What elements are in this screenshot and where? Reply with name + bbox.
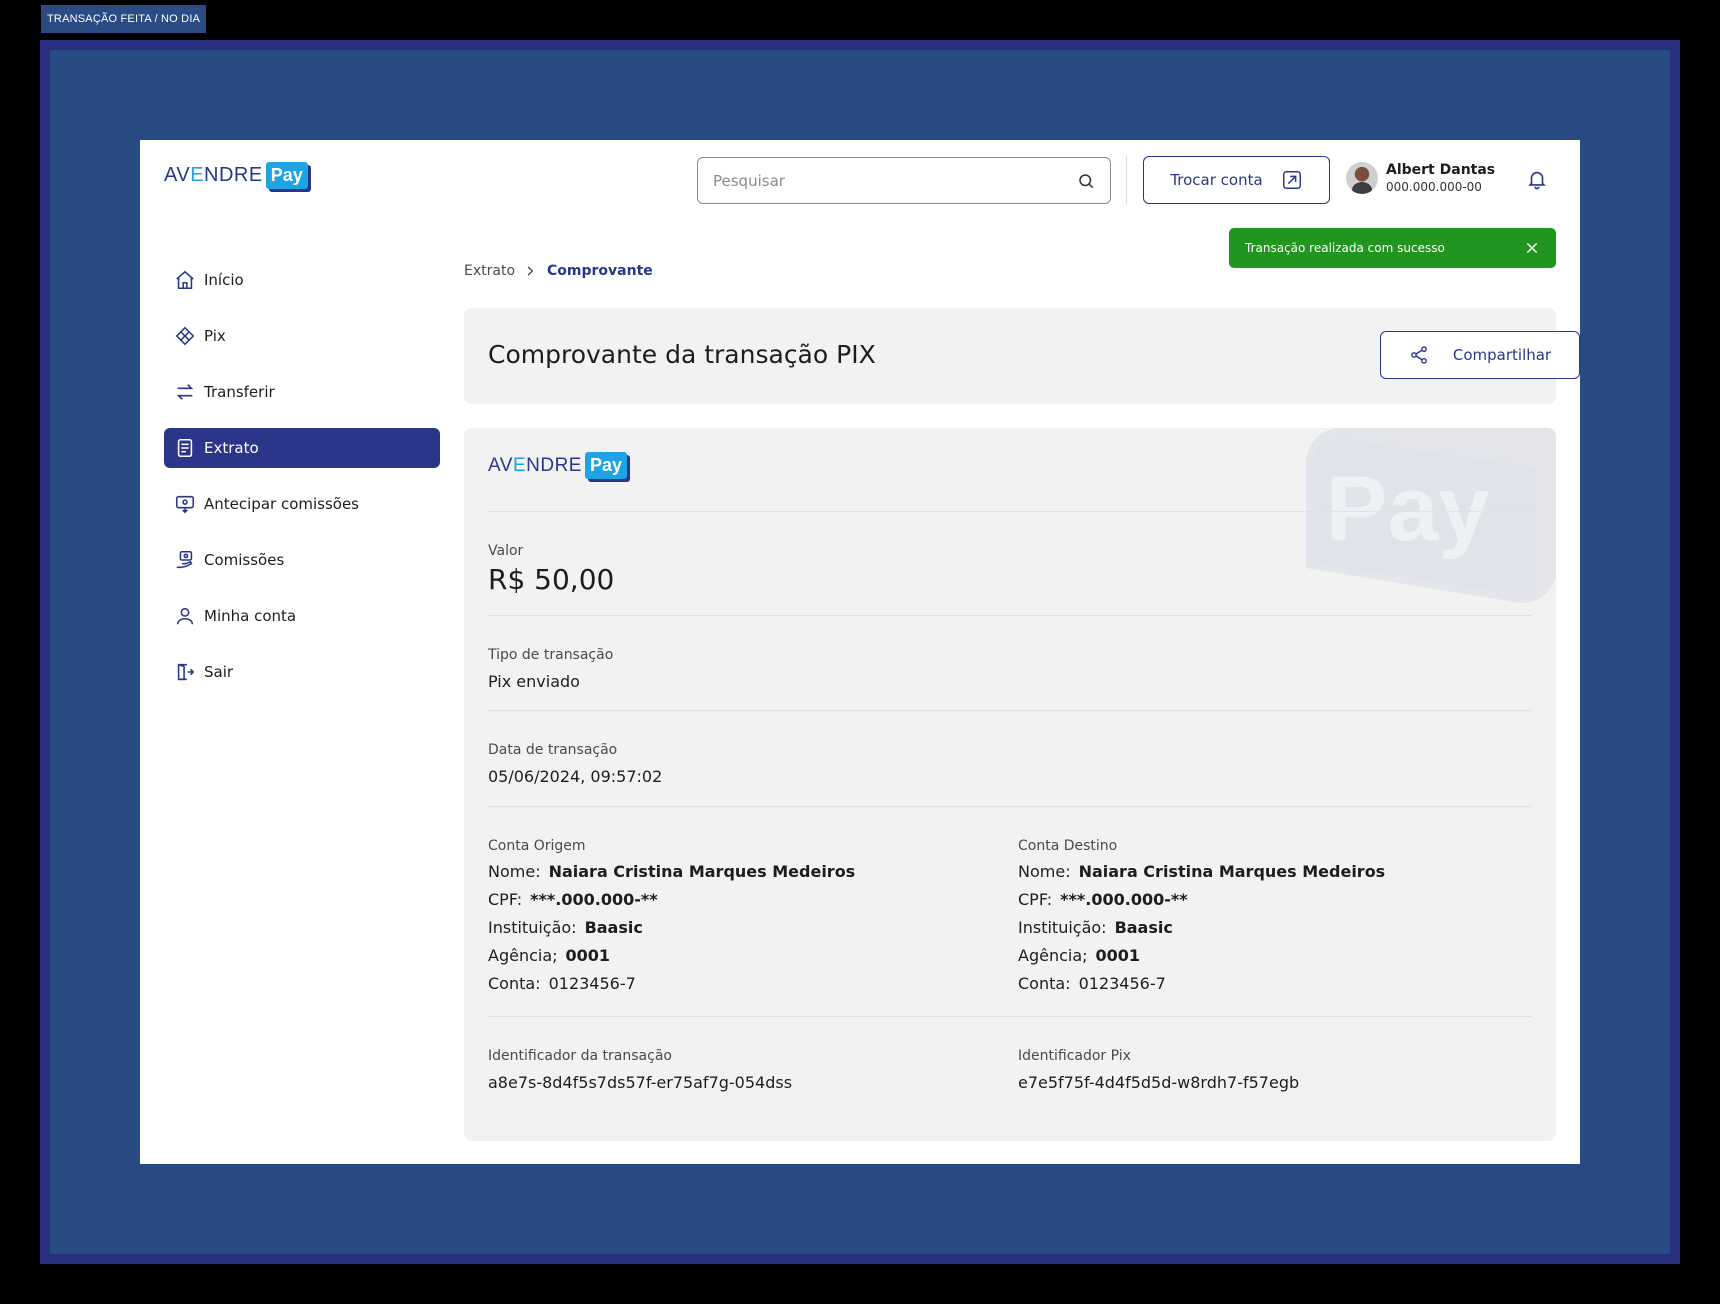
transaction-id-label: Identificador da transação (488, 1048, 672, 1064)
sidebar-item-label: Minha conta (204, 607, 297, 625)
pix-icon (175, 326, 195, 346)
commissions-icon (176, 550, 193, 569)
user-document: 000.000.000-00 (1386, 180, 1482, 194)
destination-account-row: Conta: 0123456-7 (1018, 974, 1166, 993)
sidebar-item-comissoes[interactable]: Comissões (164, 540, 440, 580)
sidebar-item-antecipar[interactable]: Antecipar comissões (164, 484, 440, 524)
bell-icon[interactable] (1526, 168, 1548, 190)
frame-label: TRANSAÇÃO FEITA / NO DIA (41, 5, 207, 33)
destination-cpf-row: CPF: ***.000.000-** (1018, 890, 1188, 909)
origin-cpf-row: CPF: ***.000.000-** (488, 890, 658, 909)
sidebar-item-label: Início (204, 271, 244, 289)
type-label: Tipo de transação (488, 647, 614, 663)
origin-institution-row: Instituição: Baasic (488, 918, 643, 937)
share-icon (1411, 346, 1427, 364)
user-menu[interactable]: Albert Dantas 000.000.000-00 (1346, 162, 1495, 194)
receipt-brand-logo: AVENDRE Pay (488, 452, 627, 479)
brand-pay-badge: Pay (265, 162, 308, 189)
transfer-icon (176, 384, 194, 400)
page-title: Comprovante da transação PIX (488, 340, 876, 369)
avatar (1346, 162, 1378, 194)
divider (488, 1016, 1532, 1017)
brand-wordmark: AVENDRE (488, 454, 582, 476)
app-window: AVENDRE Pay Trocar conta Albert Dantas 0… (140, 140, 1580, 1164)
sidebar-item-label: Comissões (204, 551, 285, 569)
sidebar-item-pix[interactable]: Pix (164, 316, 440, 356)
origin-account-title: Conta Origem (488, 838, 586, 854)
sidebar-item-label: Pix (204, 327, 226, 345)
divider (488, 806, 1532, 807)
destination-account-title: Conta Destino (1018, 838, 1118, 854)
breadcrumb-parent[interactable]: Extrato (464, 263, 515, 279)
sidebar-item-label: Transferir (204, 383, 275, 401)
transaction-id: a8e7s-8d4f5s7ds57f-er75af7g-054dss (488, 1073, 793, 1092)
breadcrumb-current: Comprovante (547, 263, 653, 279)
sidebar-item-label: Antecipar comissões (204, 495, 359, 513)
sidebar-item-extrato[interactable]: Extrato (164, 428, 440, 468)
breadcrumb: Extrato Comprovante (464, 263, 653, 279)
share-button[interactable]: Compartilhar (1380, 331, 1580, 379)
destination-name-row: Nome: Naiara Cristina Marques Medeiros (1018, 862, 1386, 881)
close-icon[interactable] (1524, 240, 1540, 256)
switch-account-label: Trocar conta (1170, 171, 1263, 189)
pix-id: e7e5f75f-4d4f5d5d-w8rdh7-f57egb (1018, 1073, 1300, 1092)
destination-institution-row: Instituição: Baasic (1018, 918, 1173, 937)
value-label: Valor (488, 543, 524, 559)
user-icon (176, 607, 194, 625)
sidebar-item-inicio[interactable]: Início (164, 260, 440, 300)
switch-account-icon (1282, 171, 1301, 189)
search-input[interactable] (713, 171, 1077, 190)
success-toast: Transação realizada com sucesso (1229, 228, 1556, 268)
origin-name-row: Nome: Naiara Cristina Marques Medeiros (488, 862, 856, 881)
sidebar-item-sair[interactable]: Sair (164, 652, 440, 692)
anticipate-icon (175, 495, 195, 514)
logout-icon (177, 663, 195, 681)
sidebar-item-transferir[interactable]: Transferir (164, 372, 440, 412)
switch-account-button[interactable]: Trocar conta (1143, 156, 1330, 204)
divider (488, 615, 1532, 616)
brand-logo[interactable]: AVENDRE Pay (164, 162, 308, 189)
user-name: Albert Dantas (1386, 162, 1496, 178)
search-box[interactable] (697, 157, 1111, 204)
statement-icon (177, 438, 193, 458)
pix-id-label: Identificador Pix (1018, 1048, 1131, 1064)
sidebar-item-minha-conta[interactable]: Minha conta (164, 596, 440, 636)
search-icon[interactable] (1077, 172, 1095, 190)
sidebar-item-label: Sair (204, 663, 234, 681)
brand-wordmark: AVENDRE (164, 164, 263, 186)
receipt-card: Pay AVENDRE Pay Valor R$ 50,00 Tipo de t… (464, 428, 1556, 1141)
transaction-type: Pix enviado (488, 672, 580, 691)
pay-watermark: Pay (1306, 428, 1556, 603)
divider (488, 511, 1532, 512)
toast-message: Transação realizada com sucesso (1245, 241, 1445, 255)
destination-agency-row: Agência; 0001 (1018, 946, 1141, 965)
sidebar: Início Pix Transferir Extrato Antecipar … (164, 260, 440, 708)
date-label: Data de transação (488, 742, 618, 758)
divider (488, 710, 1532, 711)
chevron-right-icon (527, 266, 534, 276)
transaction-value: R$ 50,00 (488, 563, 615, 596)
origin-account-row: Conta: 0123456-7 (488, 974, 636, 993)
share-label: Compartilhar (1452, 346, 1552, 364)
sidebar-item-label: Extrato (204, 439, 259, 457)
brand-pay-badge: Pay (584, 452, 627, 479)
home-icon (176, 270, 194, 290)
receipt-header-card: Comprovante da transação PIX Compartilha… (464, 308, 1580, 404)
pay-watermark-text: Pay (1326, 458, 1490, 560)
header-divider (1126, 156, 1127, 204)
origin-agency-row: Agência; 0001 (488, 946, 611, 965)
transaction-date: 05/06/2024, 09:57:02 (488, 767, 663, 786)
